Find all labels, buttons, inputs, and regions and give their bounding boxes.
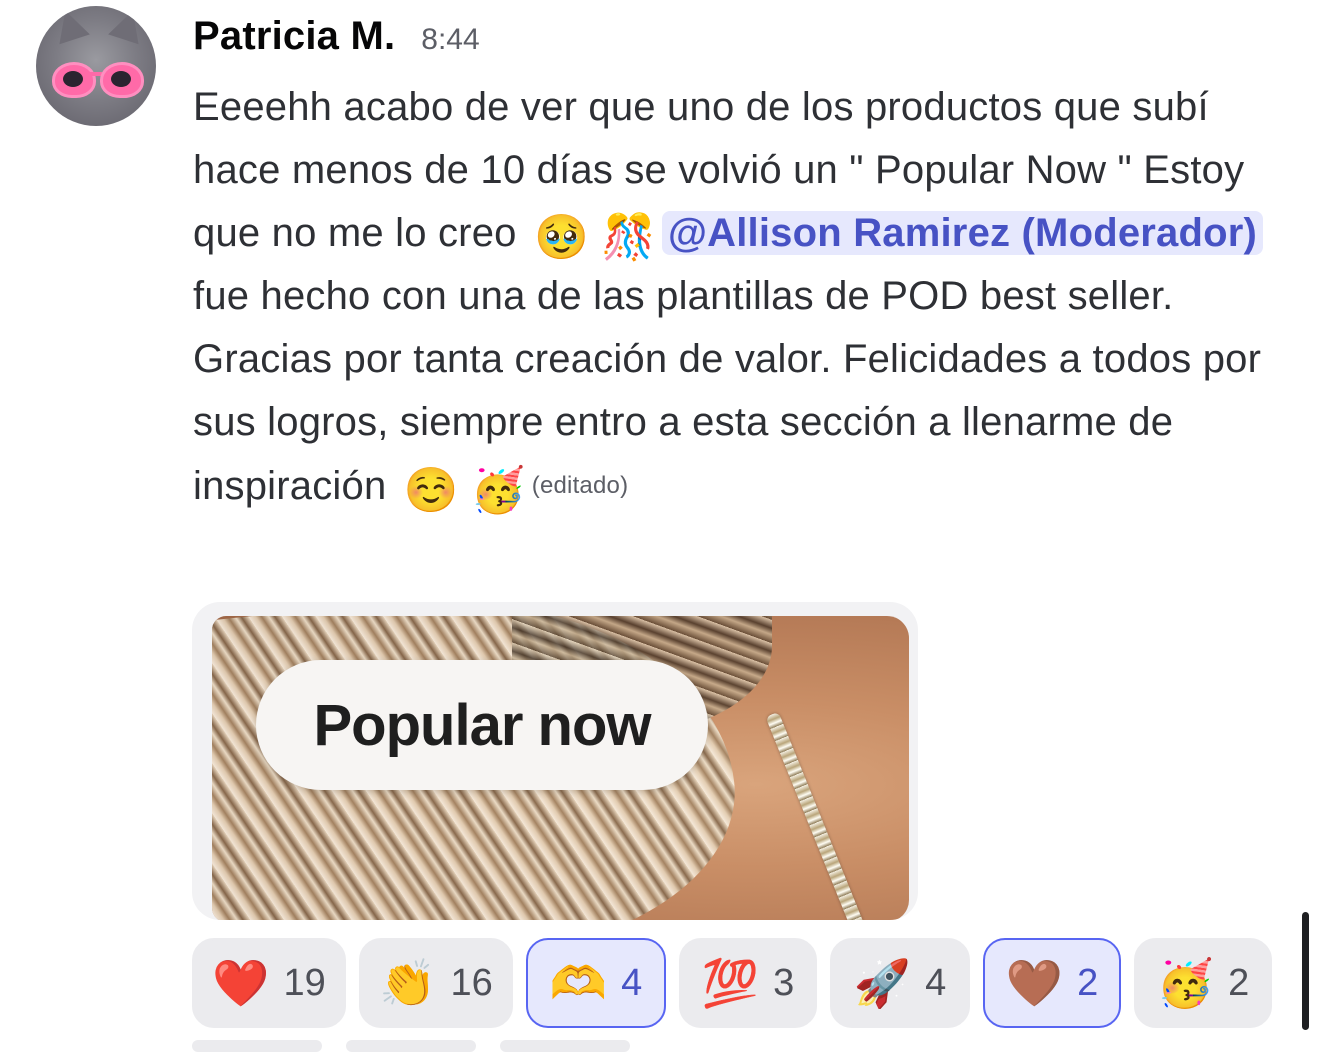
reaction-partying-face[interactable]: 🥳 2 [1134,938,1272,1028]
pleading-face-icon: 🥹 [533,212,589,263]
user-avatar[interactable] [36,6,156,126]
reaction-count: 4 [621,961,643,1004]
reaction-count: 19 [283,961,326,1004]
attachment-photo: Popular now [212,616,909,920]
next-reaction-row-placeholder [192,1040,322,1052]
message-header: Patricia M. 8:44 [193,14,480,59]
reaction-clapping-hands[interactable]: 👏 16 [359,938,513,1028]
reaction-rocket[interactable]: 🚀 4 [830,938,970,1028]
username[interactable]: Patricia M. [193,14,395,59]
reactions-bar: ❤️ 19 👏 16 🫶 4 💯 3 🚀 4 🤎 2 🥳 2 [192,938,1272,1028]
red-heart-icon: ❤️ [212,956,270,1010]
partying-face-icon: 🥳 [470,465,526,516]
reaction-count: 2 [1228,961,1250,1004]
brown-heart-icon: 🤎 [1005,956,1064,1010]
reaction-count: 4 [925,961,947,1004]
reaction-count: 3 [773,961,795,1004]
reaction-count: 2 [1077,961,1099,1004]
heart-hands-icon: 🫶 [549,956,608,1010]
reaction-count: 16 [450,961,493,1004]
next-reaction-row-placeholder [500,1040,630,1052]
edited-label: (editado) [531,472,629,499]
cat-ear-left [50,6,90,45]
next-reaction-row-placeholder [346,1040,476,1052]
message-text-part-2: fue hecho con una de las plantillas de P… [193,274,1262,508]
reaction-brown-heart[interactable]: 🤎 2 [983,938,1121,1028]
rocket-icon: 🚀 [853,956,912,1010]
user-mention[interactable]: @Allison Ramirez (Moderador) [661,211,1264,255]
earring-graphic [765,711,865,920]
timestamp[interactable]: 8:44 [421,23,479,57]
clapping-hands-icon: 👏 [379,956,437,1010]
hundred-points-icon: 💯 [701,956,760,1010]
chat-message: Patricia M. 8:44 Eeeehh acabo de ver que… [0,0,1320,1052]
heart-sunglasses-icon [50,62,144,98]
message-content: Eeeehh acabo de ver que uno de los produ… [193,76,1283,518]
cat-ear-right [108,6,148,45]
confetti-ball-icon: 🎊 [600,212,656,263]
reaction-hundred-points[interactable]: 💯 3 [679,938,817,1028]
reaction-heart-hands[interactable]: 🫶 4 [526,938,666,1028]
reaction-red-heart[interactable]: ❤️ 19 [192,938,346,1028]
image-attachment[interactable]: Popular now [192,602,918,920]
partying-face-icon: 🥳 [1156,956,1215,1010]
popular-now-badge: Popular now [256,660,708,790]
smiling-face-icon: ☺️ [403,465,459,516]
scrollbar[interactable] [1302,912,1309,1030]
